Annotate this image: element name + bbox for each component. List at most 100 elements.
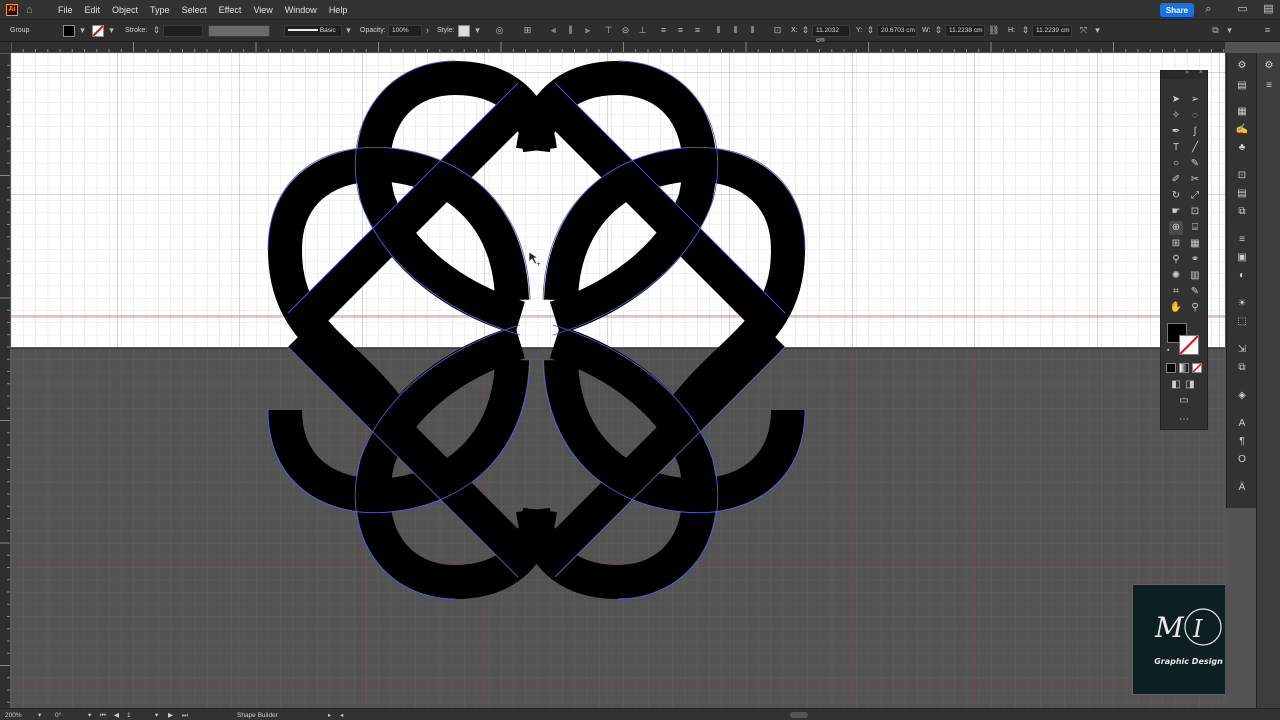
reference-point-icon[interactable]: ⊡ bbox=[772, 25, 783, 36]
chevron-right-icon[interactable]: ▸ bbox=[328, 711, 331, 720]
chevron-down-icon[interactable]: ▾ bbox=[106, 25, 117, 36]
zoom-tool-icon[interactable]: ⚲ bbox=[1188, 301, 1202, 315]
chevron-down-icon[interactable]: ▾ bbox=[155, 711, 158, 720]
swatches-icon[interactable]: ▦ bbox=[1235, 105, 1249, 119]
eyedropper-tool-icon[interactable]: ⚲ bbox=[1169, 253, 1183, 267]
scale-tool-icon[interactable]: ⤢ bbox=[1188, 189, 1202, 203]
shape-builder-tool-icon[interactable]: ⊕ bbox=[1169, 221, 1183, 235]
line-tool-icon[interactable]: ╱ bbox=[1188, 141, 1202, 155]
perspective-grid-tool-icon[interactable]: ⌸ bbox=[1188, 221, 1202, 235]
symbols-icon[interactable]: ♣ bbox=[1235, 141, 1249, 155]
glyphs-icon[interactable]: Ä bbox=[1235, 481, 1249, 495]
horizontal-scrollbar-thumb[interactable] bbox=[790, 712, 808, 718]
warp-tool-icon[interactable]: ☛ bbox=[1169, 205, 1183, 219]
graphic-style-swatch[interactable] bbox=[458, 25, 470, 37]
align-center-icon[interactable]: ⫼ bbox=[565, 25, 576, 36]
share-button[interactable]: Share bbox=[1160, 3, 1194, 17]
draw-behind-icon[interactable]: ◨ bbox=[1183, 378, 1197, 392]
magic-wand-tool-icon[interactable]: ✧ bbox=[1169, 109, 1183, 123]
opentype-icon[interactable]: O bbox=[1235, 453, 1249, 467]
fill-swatch[interactable] bbox=[63, 25, 75, 37]
stroke-color-swatch[interactable] bbox=[1179, 335, 1199, 355]
libraries-icon[interactable]: ▤ bbox=[1235, 79, 1249, 93]
export-icon[interactable]: ⇲ bbox=[1235, 343, 1249, 357]
menu-select[interactable]: Select bbox=[182, 5, 207, 15]
minimize-icon[interactable]: ▭ bbox=[1236, 3, 1249, 16]
x-field[interactable]: 11.2032 cm bbox=[812, 25, 850, 44]
stroke-swatch[interactable] bbox=[92, 25, 104, 37]
edit-toolbar-icon[interactable]: ⋯ bbox=[1177, 413, 1191, 427]
direct-selection-tool-icon[interactable]: ➢ bbox=[1188, 93, 1202, 107]
default-colors-icon[interactable]: ▪ bbox=[1167, 347, 1175, 355]
transform-icon[interactable]: ⤧ bbox=[1078, 25, 1089, 36]
chevron-left-icon[interactable]: ◂ bbox=[340, 711, 343, 720]
chevron-down-icon[interactable]: ▾ bbox=[472, 25, 483, 36]
brush-definition-field[interactable]: Basic bbox=[284, 25, 342, 37]
align-top-icon[interactable]: ⊤ bbox=[603, 25, 614, 36]
distribute-middle-icon[interactable]: ≡ bbox=[675, 25, 686, 36]
stepper-icon[interactable]: ⇕ bbox=[865, 25, 876, 36]
search-icon[interactable]: ⌕ bbox=[1202, 3, 1215, 16]
stroke-weight-field[interactable] bbox=[163, 25, 203, 37]
color-mode-icon[interactable] bbox=[1166, 363, 1176, 373]
horizontal-ruler[interactable] bbox=[11, 42, 1225, 53]
distribute-left-icon[interactable]: ⦀ bbox=[713, 25, 724, 36]
zoom-level[interactable]: 200% bbox=[5, 711, 22, 720]
prev-artboard-icon[interactable]: ◀ bbox=[114, 711, 119, 720]
mesh-tool-icon[interactable]: ⊞ bbox=[1169, 237, 1183, 251]
menu-window[interactable]: Window bbox=[285, 5, 317, 15]
gradient-mode-icon[interactable] bbox=[1179, 363, 1189, 373]
rotation-value[interactable]: 0° bbox=[55, 711, 61, 720]
lasso-tool-icon[interactable]: ◌ bbox=[1188, 109, 1202, 123]
artwork-svg[interactable]: + bbox=[11, 53, 1225, 708]
last-artboard-icon[interactable]: ⏭ bbox=[182, 711, 188, 720]
chevron-down-icon[interactable]: ▾ bbox=[77, 25, 88, 36]
menu-object[interactable]: Object bbox=[112, 5, 138, 15]
column-graph-tool-icon[interactable]: ▥ bbox=[1188, 269, 1202, 283]
panel-icon[interactable]: ⚙ bbox=[1262, 59, 1276, 73]
chevron-down-icon[interactable]: ▾ bbox=[38, 711, 41, 720]
paintbrush-tool-icon[interactable]: ✎ bbox=[1188, 157, 1202, 171]
panel-icon[interactable]: ≡ bbox=[1262, 79, 1276, 93]
chevron-down-icon[interactable]: ▾ bbox=[1224, 25, 1235, 36]
next-artboard-icon[interactable]: ▶ bbox=[168, 711, 173, 720]
none-mode-icon[interactable] bbox=[1192, 363, 1202, 373]
artboards-icon[interactable]: ⧉ bbox=[1235, 361, 1249, 375]
gradient-panel-icon[interactable]: ▣ bbox=[1235, 251, 1249, 265]
pathfinder-icon[interactable]: ⧉ bbox=[1235, 205, 1249, 219]
hand-tool-icon[interactable]: ✋ bbox=[1169, 301, 1183, 315]
menu-help[interactable]: Help bbox=[329, 5, 348, 15]
first-artboard-icon[interactable]: ⏮ bbox=[100, 711, 106, 720]
properties-icon[interactable]: ⚙ bbox=[1235, 59, 1249, 73]
paragraph-icon[interactable]: ¶ bbox=[1235, 435, 1249, 449]
screen-mode-icon[interactable]: ▭ bbox=[1177, 394, 1191, 408]
slice-tool-icon[interactable]: ✎ bbox=[1188, 285, 1202, 299]
transform-panel-icon[interactable]: ⊡ bbox=[1235, 169, 1249, 183]
type-tool-icon[interactable]: T bbox=[1169, 141, 1183, 155]
ellipse-tool-icon[interactable]: ○ bbox=[1169, 157, 1183, 171]
chevron-right-icon[interactable]: › bbox=[422, 25, 433, 36]
menu-type[interactable]: Type bbox=[150, 5, 170, 15]
align-right-icon[interactable]: ⫸ bbox=[582, 25, 593, 36]
link-icon[interactable]: ⛓ bbox=[988, 25, 999, 36]
recolor-icon[interactable]: ◎ bbox=[494, 25, 505, 36]
ruler-origin[interactable] bbox=[0, 42, 11, 53]
home-icon[interactable]: ⌂ bbox=[26, 4, 38, 16]
artboard-number[interactable]: 1 bbox=[127, 711, 131, 720]
scissors-tool-icon[interactable]: ✂ bbox=[1188, 173, 1202, 187]
appearance-icon[interactable]: ☀ bbox=[1235, 297, 1249, 311]
stepper-icon[interactable]: ⇕ bbox=[933, 25, 944, 36]
distribute-top-icon[interactable]: ≡ bbox=[658, 25, 669, 36]
align-bottom-icon[interactable]: ⊥ bbox=[637, 25, 648, 36]
curvature-tool-icon[interactable]: ∫ bbox=[1188, 125, 1202, 139]
toolbox-header[interactable]: » × bbox=[1161, 69, 1207, 79]
collapse-icon[interactable]: » bbox=[1185, 69, 1189, 76]
canvas[interactable]: + M I Graphic Design bbox=[11, 53, 1225, 708]
symbol-sprayer-tool-icon[interactable]: ✺ bbox=[1169, 269, 1183, 283]
blend-tool-icon[interactable]: ⚭ bbox=[1188, 253, 1202, 267]
brushes-icon[interactable]: ✍ bbox=[1235, 123, 1249, 137]
rotate-tool-icon[interactable]: ↻ bbox=[1169, 189, 1183, 203]
free-transform-tool-icon[interactable]: ⊡ bbox=[1188, 205, 1202, 219]
menu-file[interactable]: File bbox=[58, 5, 73, 15]
artboard-tool-icon[interactable]: ⌗ bbox=[1169, 285, 1183, 299]
